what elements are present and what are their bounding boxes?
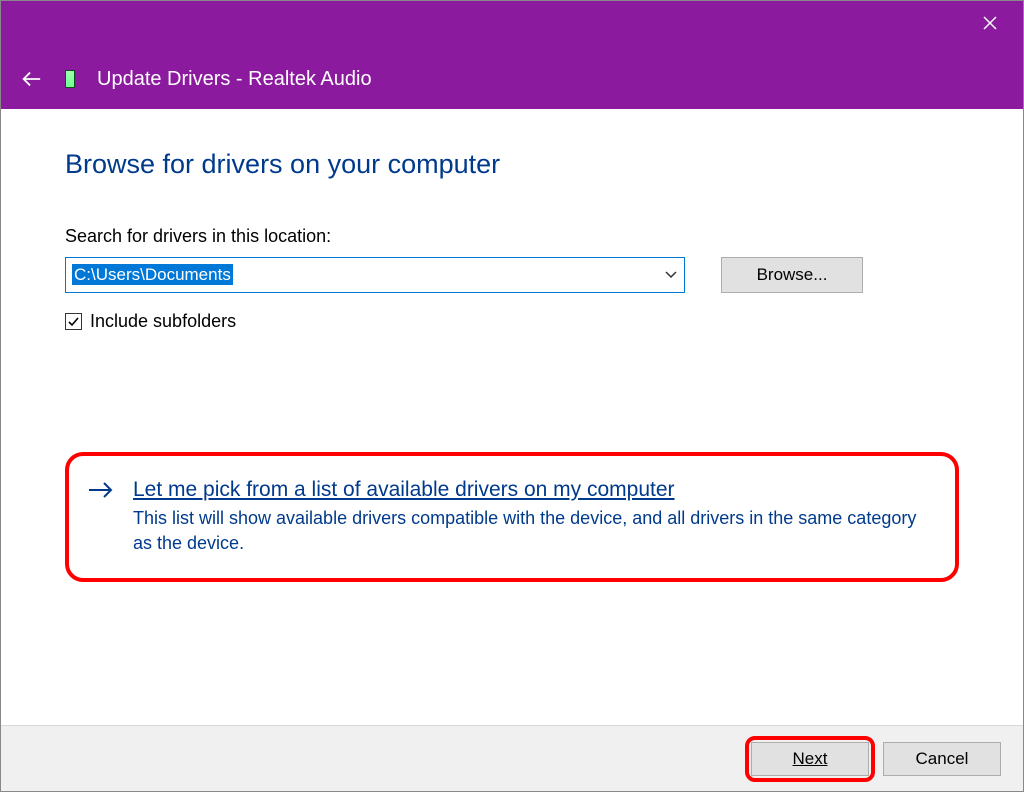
pick-from-list-option[interactable]: Let me pick from a list of available dri… — [65, 452, 959, 582]
include-subfolders-label: Include subfolders — [90, 311, 236, 332]
search-location-label: Search for drivers in this location: — [65, 226, 959, 247]
checkmark-icon — [67, 315, 80, 328]
window-title: Update Drivers - Realtek Audio — [97, 68, 372, 91]
page-heading: Browse for drivers on your computer — [65, 149, 959, 180]
browse-button[interactable]: Browse... — [721, 257, 863, 293]
content-area: Browse for drivers on your computer Sear… — [1, 109, 1023, 582]
chevron-down-icon — [664, 270, 678, 280]
arrow-right-icon — [87, 480, 115, 556]
pick-option-description: This list will show available drivers co… — [133, 506, 925, 556]
close-button[interactable] — [967, 7, 1013, 39]
device-icon — [65, 70, 75, 88]
cancel-button[interactable]: Cancel — [883, 742, 1001, 776]
titlebar: Update Drivers - Realtek Audio — [1, 1, 1023, 109]
close-icon — [983, 16, 997, 30]
path-value: C:\Users\Documents — [66, 260, 239, 290]
back-arrow-icon — [20, 68, 42, 90]
include-subfolders-checkbox[interactable] — [65, 313, 82, 330]
next-button[interactable]: Next — [751, 742, 869, 776]
pick-option-title: Let me pick from a list of available dri… — [133, 478, 925, 502]
path-combobox[interactable]: C:\Users\Documents — [65, 257, 685, 293]
dialog-footer: Next Cancel — [1, 725, 1023, 791]
back-button[interactable] — [19, 67, 43, 91]
